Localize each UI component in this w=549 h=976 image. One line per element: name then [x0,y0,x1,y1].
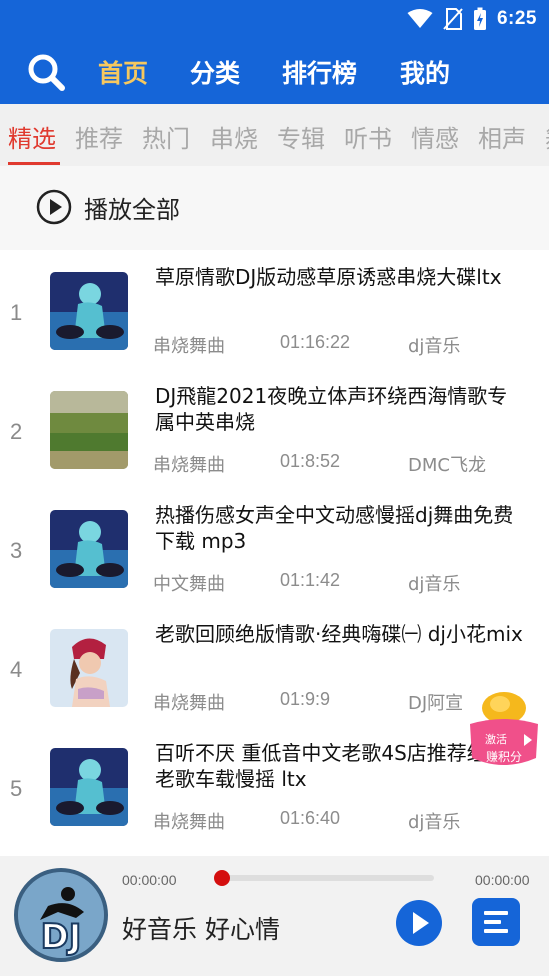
player-avatar[interactable]: DJ [14,868,108,962]
song-cover-dj-girl [50,272,128,350]
dj-logo-icon: DJ [18,872,104,958]
song-duration: 01:9:9 [280,689,331,709]
song-index: 4 [10,657,23,682]
top-bar: 6:25 首页 分类 排行榜 我的 [0,0,549,104]
tab-medley[interactable]: 串烧 [210,119,258,154]
song-cover-dj-girl [50,748,128,826]
tab-hot[interactable]: 热门 [142,119,190,154]
nav-item-home[interactable]: 首页 [98,54,148,90]
song-index: 5 [10,776,23,801]
wifi-icon [407,9,433,28]
progress-knob[interactable] [214,870,230,886]
tab-selected[interactable]: 精选 [8,119,56,154]
song-index: 3 [10,538,23,563]
song-source: DMC飞龙 [408,455,486,476]
song-index: 1 [10,300,23,325]
play-all-bar: 播放全部 [0,166,549,250]
song-category: 串烧舞曲 [153,455,225,476]
no-sim-icon [443,8,463,30]
song-title: 草原情歌DJ版动感草原诱惑串烧大碟ltx [155,265,502,289]
status-bar: 6:25 [407,6,537,32]
play-circle-icon [36,189,72,225]
song-row[interactable]: 2 DJ飛龍2021夜晚立体声环绕西海情歌专属中英串烧 串烧舞曲 01:8:52… [0,369,549,487]
earn-points-badge[interactable]: 激活 赚积分 [466,690,542,770]
play-all-label: 播放全部 [84,195,180,224]
tab-album[interactable]: 专辑 [277,119,325,154]
tab-emotion[interactable]: 情感 [411,119,459,154]
song-category: 串烧舞曲 [153,693,225,714]
nav-item-mine[interactable]: 我的 [400,54,450,90]
song-row[interactable]: 1 草原情歌DJ版动感草原诱惑串烧大碟ltx 串烧舞曲 01:16:22 dj音… [0,250,549,368]
song-title: 热播伤感女声全中文动感慢摇dj舞曲免费下载 mp3 [155,503,514,553]
song-duration: 01:16:22 [280,332,351,352]
song-index: 2 [10,419,23,444]
play-button[interactable] [396,900,442,946]
song-category: 串烧舞曲 [153,336,225,357]
song-duration: 01:1:42 [280,570,341,590]
song-category: 串烧舞曲 [153,812,225,833]
play-all-button[interactable]: 播放全部 [36,189,180,225]
song-duration: 01:8:52 [280,451,341,471]
badge-line1: 激活 [485,732,507,746]
time-current: 00:00:00 [122,872,177,888]
song-source: dj音乐 [408,336,461,357]
song-source: DJ阿宣 [408,693,464,714]
song-title: DJ飛龍2021夜晚立体声环绕西海情歌专属中英串烧 [155,384,508,434]
coin-bag-icon: 激活 赚积分 [470,692,538,765]
status-time: 6:25 [496,8,537,29]
main-nav: 首页 分类 排行榜 我的 [0,42,549,100]
play-icon [413,912,429,934]
tab-recommend[interactable]: 推荐 [75,119,123,154]
song-cover-woman [50,629,128,707]
tab-active-underline [8,162,60,165]
playlist-icon [484,911,508,933]
song-row[interactable]: 3 热播伤感女声全中文动感慢摇dj舞曲免费下载 mp3 中文舞曲 01:1:42… [0,488,549,606]
category-tabs: 精选 推荐 热门 串烧 专辑 听书 情感 相声 舞 [0,104,549,166]
song-duration: 01:6:40 [280,808,341,828]
song-category: 中文舞曲 [153,574,225,595]
battery-charging-icon [473,7,486,30]
song-source: dj音乐 [408,812,461,833]
time-total: 00:00:00 [475,872,530,888]
progress-bar[interactable] [214,870,434,886]
tab-audiobook[interactable]: 听书 [344,119,392,154]
tab-dance[interactable]: 舞 [545,119,549,154]
song-cover-dj-girl [50,510,128,588]
nav-item-category[interactable]: 分类 [190,54,240,90]
player-slogan: 好音乐 好心情 [122,915,280,944]
playlist-button[interactable] [472,898,520,946]
song-source: dj音乐 [408,574,461,595]
tab-crosstalk[interactable]: 相声 [478,119,526,154]
search-icon[interactable] [26,52,66,92]
avatar-text: DJ [41,917,82,957]
song-cover-landscape [50,391,128,469]
nav-item-ranking[interactable]: 排行榜 [282,54,357,90]
mini-player: DJ 00:00:00 00:00:00 好音乐 好心情 [0,856,549,976]
song-title: 老歌回顾绝版情歌·经典嗨碟㈠ dj小花mix [155,622,523,646]
badge-line2: 赚积分 [486,749,522,764]
